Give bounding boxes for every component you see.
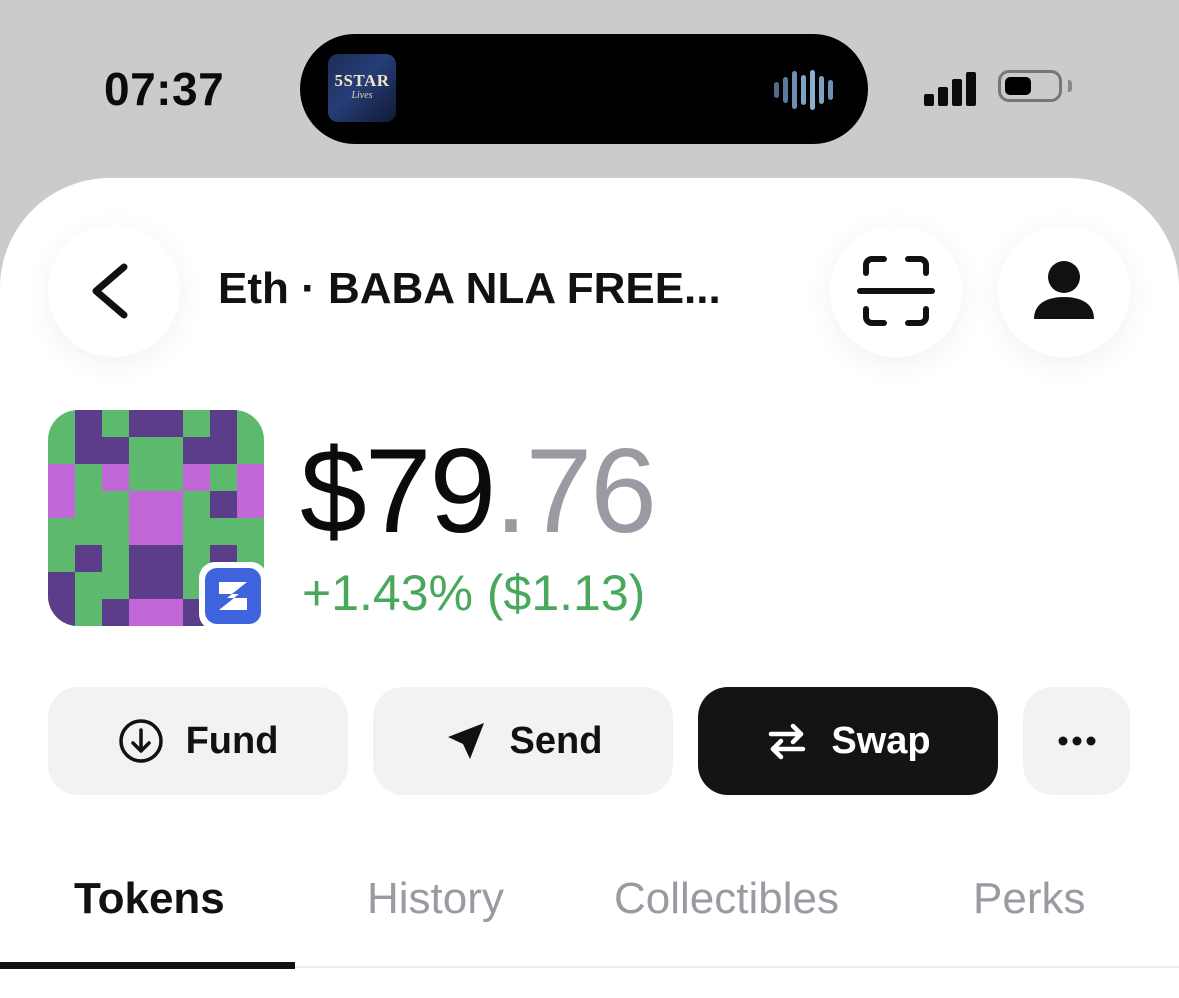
scan-button[interactable] [830,225,962,357]
price-integer: $79 [300,424,496,558]
fund-label: Fund [185,719,279,762]
now-playing-artwork[interactable]: 5STAR Lives [328,54,396,122]
artwork-title: 5STAR [334,71,390,90]
back-button[interactable] [48,225,180,357]
profile-button[interactable] [998,225,1130,357]
audio-wave-icon [774,70,837,110]
download-circle-icon [118,719,163,763]
swap-label: Swap [831,719,931,762]
swap-button[interactable]: Swap [698,687,998,795]
tab-history[interactable]: History [367,874,504,924]
artwork-subtitle: Lives [351,90,373,101]
tab-tokens[interactable]: Tokens [74,874,225,924]
swap-arrows-icon [769,723,806,760]
token-price: $79.76 [300,422,657,560]
scan-icon [857,256,935,326]
page-title: Eth · BABA NLA FREE... [218,264,721,313]
chevron-left-icon [92,263,128,319]
tab-perks[interactable]: Perks [973,874,1085,924]
tab-divider [295,966,1179,968]
status-time: 07:37 [104,63,225,115]
more-button[interactable] [1023,687,1130,795]
send-arrow-icon [447,723,484,759]
network-badge [199,562,267,630]
cellular-signal-icon [924,68,984,106]
send-label: Send [509,719,603,762]
person-icon [1034,261,1094,319]
zora-network-icon [219,582,247,610]
dynamic-island[interactable]: 5STAR Lives [300,34,868,144]
more-horizontal-icon [1058,736,1095,746]
price-change: +1.43% ($1.13) [302,565,646,621]
tab-collectibles[interactable]: Collectibles [614,874,839,924]
fund-button[interactable]: Fund [48,687,348,795]
active-tab-indicator [0,962,295,969]
send-button[interactable]: Send [373,687,673,795]
battery-icon [998,70,1062,102]
price-decimal: .76 [494,424,657,558]
